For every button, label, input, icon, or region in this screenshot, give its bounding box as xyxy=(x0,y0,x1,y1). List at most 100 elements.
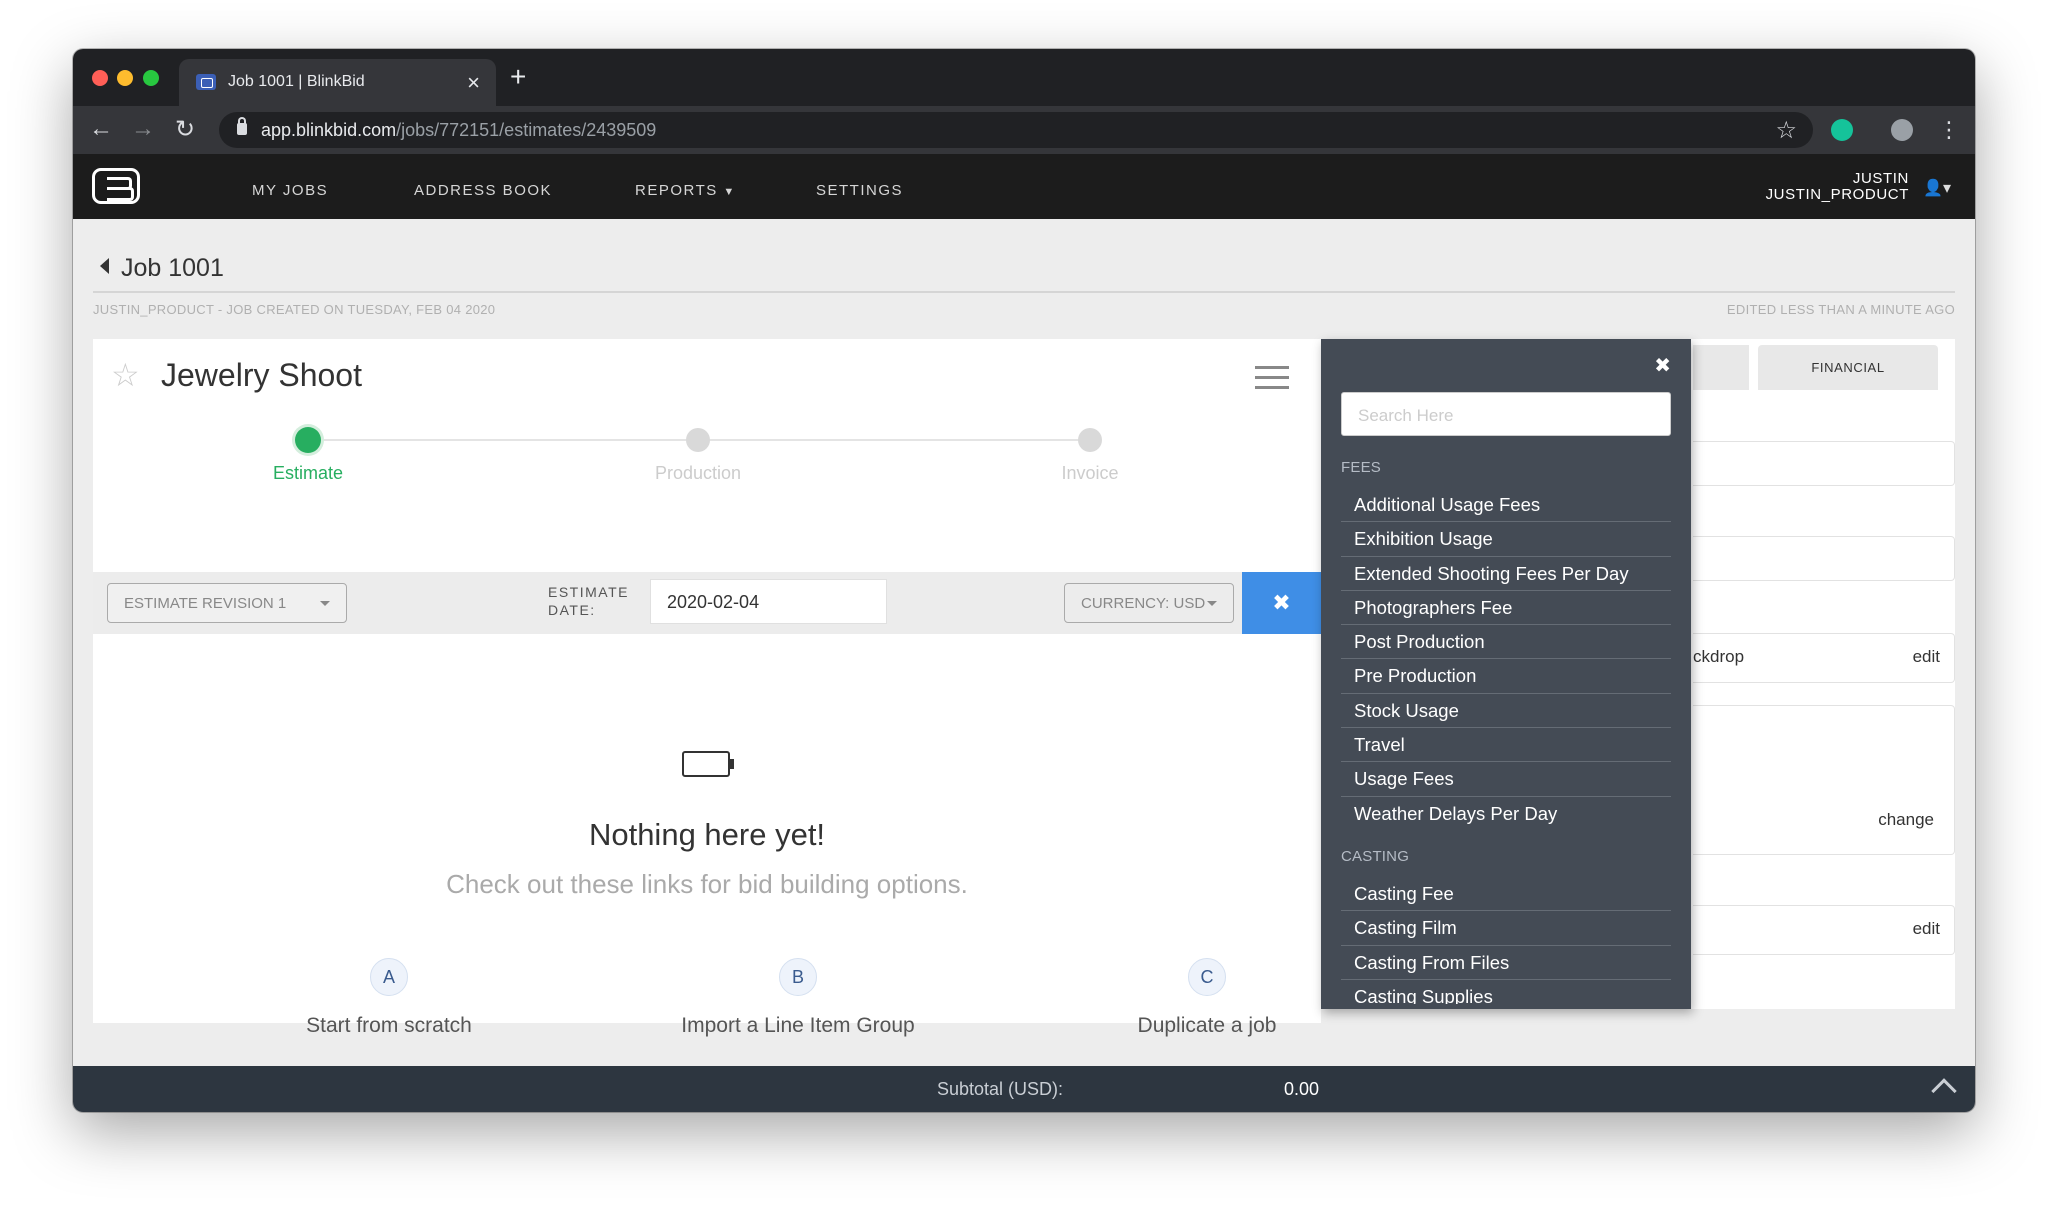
panel-field[interactable] xyxy=(1693,441,1955,486)
user-name: JUSTIN xyxy=(1852,170,1909,187)
minimize-window-button[interactable] xyxy=(117,70,133,86)
list-item[interactable]: Casting From Files xyxy=(1341,946,1671,980)
nav-my-jobs[interactable]: MY JOBS xyxy=(252,182,328,199)
reload-icon[interactable]: ↻ xyxy=(175,115,195,144)
url-host: app.blinkbid.com xyxy=(261,120,397,140)
user-account: JUSTIN_PRODUCT xyxy=(1765,186,1909,203)
caret-left-icon xyxy=(100,258,109,274)
job-title: Jewelry Shoot xyxy=(161,357,362,393)
user-menu[interactable]: JUSTIN JUSTIN_PRODUCT xyxy=(1766,171,1909,203)
step-dot-invoice[interactable] xyxy=(1078,428,1102,452)
list-item[interactable]: Exhibition Usage xyxy=(1341,522,1671,557)
back-arrow-icon[interactable]: ← xyxy=(89,115,113,143)
browser-menu-icon[interactable]: ⋮ xyxy=(1938,117,1960,143)
list-item[interactable]: Casting Film xyxy=(1341,911,1671,946)
empty-state-title: Nothing here yet! xyxy=(588,817,826,852)
edit-link[interactable]: edit xyxy=(1913,647,1940,667)
address-bar: ← → ↻ app.blinkbid.com/jobs/772151/estim… xyxy=(73,106,1975,154)
currency-value: CURRENCY: USD xyxy=(1081,595,1206,612)
subtotal-label: Subtotal (USD): xyxy=(937,1079,1064,1099)
section-heading-fees: FEES xyxy=(1341,459,1381,476)
option-badge: A xyxy=(370,958,408,996)
close-window-button[interactable] xyxy=(92,70,108,86)
chevron-up-icon[interactable] xyxy=(1931,1078,1957,1104)
option-badge: C xyxy=(1188,958,1226,996)
option-label: Duplicate a job xyxy=(1137,1014,1277,1037)
option-label: Start from scratch xyxy=(306,1014,472,1037)
back-link[interactable]: Job 1001 xyxy=(100,254,224,283)
created-meta: JUSTIN_PRODUCT - JOB CREATED ON TUESDAY,… xyxy=(93,302,496,317)
empty-state-subtitle: Check out these links for bid building o… xyxy=(446,869,968,899)
estimate-date-label-line2: DATE: xyxy=(548,602,596,618)
tab-financial[interactable]: FINANCIAL xyxy=(1758,345,1938,390)
hamburger-menu-icon[interactable] xyxy=(1255,366,1289,390)
panel-row: edit xyxy=(1693,905,1955,955)
lock-icon xyxy=(237,117,247,135)
step-dot-estimate[interactable] xyxy=(295,427,321,453)
section-heading-casting: CASTING xyxy=(1341,847,1410,865)
user-icon[interactable]: 👤▾ xyxy=(1923,178,1951,198)
backdrop-label: ckdrop xyxy=(1693,647,1745,666)
divider xyxy=(93,291,1955,293)
close-dropdown-button[interactable]: ✖ xyxy=(1242,572,1321,634)
step-label-production[interactable]: Production xyxy=(598,463,798,484)
favicon-icon xyxy=(196,74,216,90)
subtotal-value: 0.00 xyxy=(1284,1079,1320,1099)
currency-select[interactable]: CURRENCY: USD xyxy=(1064,583,1234,623)
app-header: MY JOBS ADDRESS BOOK REPORTS ▼ SETTINGS … xyxy=(73,154,1975,219)
list-item[interactable]: Stock Usage xyxy=(1341,694,1671,729)
search-input[interactable]: Search Here xyxy=(1341,392,1671,436)
backdrop-row: ckdrop edit xyxy=(1693,633,1955,683)
list-item[interactable]: Travel xyxy=(1341,728,1671,763)
grammarly-extension-icon[interactable] xyxy=(1831,119,1853,141)
close-icon[interactable]: ✖ xyxy=(1654,353,1671,378)
nav-reports[interactable]: REPORTS ▼ xyxy=(635,182,736,199)
revision-select[interactable]: ESTIMATE REVISION 1 xyxy=(107,583,347,623)
panel-field[interactable] xyxy=(1693,536,1955,581)
list-item[interactable]: Post Production xyxy=(1341,625,1671,660)
empty-battery-icon xyxy=(682,751,734,777)
list-item[interactable]: Casting Supplies xyxy=(1341,980,1671,1004)
estimate-date-label-line1: ESTIMATE xyxy=(548,584,629,600)
close-tab-icon[interactable]: × xyxy=(467,70,480,96)
step-label-invoice[interactable]: Invoice xyxy=(990,463,1190,484)
list-item[interactable]: Usage Fees xyxy=(1341,762,1671,797)
list-item[interactable]: Weather Delays Per Day xyxy=(1341,797,1671,831)
option-duplicate-job[interactable]: C Duplicate a job xyxy=(1047,958,1367,1038)
line-item-list[interactable]: FEES Additional Usage Fees Exhibition Us… xyxy=(1341,442,1671,1004)
blinkbid-logo[interactable] xyxy=(92,168,140,204)
nav-reports-label: REPORTS xyxy=(635,182,718,199)
list-item[interactable]: Additional Usage Fees xyxy=(1341,488,1671,523)
profile-avatar-icon[interactable] xyxy=(1891,119,1913,141)
subtotal-bar: Subtotal (USD): 0.00 xyxy=(73,1066,1975,1112)
line-item-dropdown: ✖ Search Here FEES Additional Usage Fees… xyxy=(1321,339,1691,1009)
list-item[interactable]: Casting Fee xyxy=(1341,877,1671,912)
step-label-estimate[interactable]: Estimate xyxy=(208,463,408,484)
change-link[interactable]: change xyxy=(1878,810,1934,830)
favorite-star-icon[interactable]: ☆ xyxy=(111,356,140,394)
step-dot-production[interactable] xyxy=(686,428,710,452)
list-item[interactable]: Extended Shooting Fees Per Day xyxy=(1341,557,1671,591)
browser-tab[interactable]: Job 1001 | BlinkBid × xyxy=(179,59,496,106)
maximize-window-button[interactable] xyxy=(143,70,159,86)
url-field[interactable]: app.blinkbid.com/jobs/772151/estimates/2… xyxy=(219,112,1813,148)
chevron-down-icon xyxy=(320,601,330,606)
edit-link[interactable]: edit xyxy=(1913,919,1940,939)
nav-settings[interactable]: SETTINGS xyxy=(816,182,903,199)
list-item[interactable]: Pre Production xyxy=(1341,659,1671,694)
bookmark-star-icon[interactable]: ☆ xyxy=(1775,116,1797,145)
browser-window: Job 1001 | BlinkBid × + ← → ↻ app.blinkb… xyxy=(73,49,1975,1112)
panel-tab[interactable] xyxy=(1693,345,1749,390)
forward-arrow-icon[interactable]: → xyxy=(131,115,155,143)
option-badge: B xyxy=(779,958,817,996)
estimate-controls: ESTIMATE REVISION 1 ESTIMATE DATE: 2020-0… xyxy=(93,572,1321,634)
tab-strip: Job 1001 | BlinkBid × + xyxy=(73,49,1975,106)
new-tab-icon[interactable]: + xyxy=(510,61,526,93)
option-start-from-scratch[interactable]: A Start from scratch xyxy=(229,958,549,1038)
estimate-date-label: ESTIMATE DATE: xyxy=(548,583,629,619)
estimate-date-input[interactable]: 2020-02-04 xyxy=(650,579,887,624)
option-import-line-item-group[interactable]: B Import a Line Item Group xyxy=(638,958,958,1038)
estimate-card: ☆ Jewelry Shoot Estimate Production Invo… xyxy=(93,339,1321,1037)
list-item[interactable]: Photographers Fee xyxy=(1341,591,1671,626)
nav-address-book[interactable]: ADDRESS BOOK xyxy=(414,182,552,199)
